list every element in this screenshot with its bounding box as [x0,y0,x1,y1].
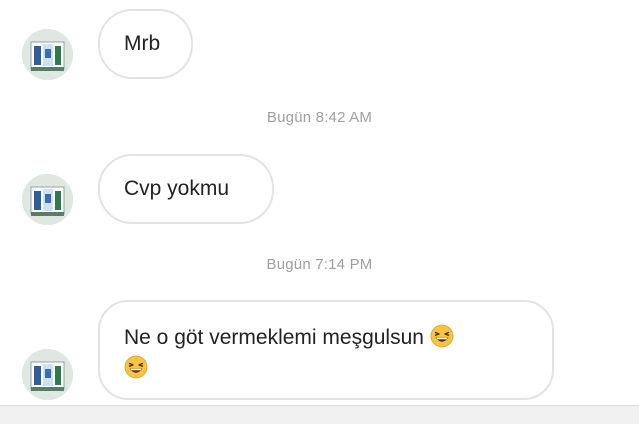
message-timestamp: Bugün 7:14 PM [266,256,373,273]
message-text: Cvp yokmu [124,177,230,200]
laughing-emoji-icon [124,355,148,379]
chat-screen: Mrb Bugün 8:42 AM Cvp yokmu Bugün 7:14 P… [0,0,639,424]
sender-avatar[interactable] [22,29,73,80]
message-bubble[interactable]: Ne o göt vermeklemi meşgulsun [98,300,554,400]
message-bubble[interactable]: Mrb [98,9,193,79]
user-avatar-icon [22,29,73,80]
laughing-emoji-icon [430,324,454,348]
bottom-bar [0,405,639,424]
message-bubble[interactable]: Cvp yokmu [98,154,274,224]
user-avatar-icon [22,174,73,225]
message-text: Mrb [124,32,161,55]
sender-avatar[interactable] [22,349,73,400]
sender-avatar[interactable] [22,174,73,225]
message-text: Ne o göt vermeklemi meşgulsun [124,326,424,349]
message-timestamp: Bugün 8:42 AM [266,109,373,126]
message-content: Ne o göt vermeklemi meşgulsun [124,322,454,384]
user-avatar-icon [22,349,73,400]
